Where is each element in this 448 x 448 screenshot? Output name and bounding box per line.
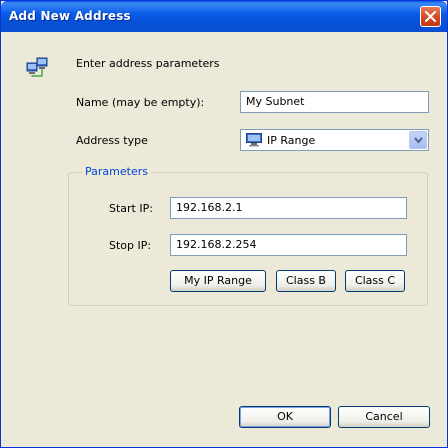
title-bar[interactable]: Add New Address <box>1 1 447 32</box>
close-icon <box>425 11 436 22</box>
window-title: Add New Address <box>9 9 131 23</box>
chevron-down-icon <box>414 137 423 144</box>
parameters-title: Parameters <box>82 165 151 178</box>
dropdown-button[interactable] <box>409 131 427 149</box>
ok-button[interactable]: OK <box>239 406 331 428</box>
cancel-button[interactable]: Cancel <box>338 406 430 428</box>
dialog-body: Enter address parameters Name (may be em… <box>4 32 444 445</box>
class-c-button[interactable]: Class C <box>345 270 405 292</box>
stop-ip-input[interactable]: 192.168.2.254 <box>170 234 407 256</box>
network-computers-icon <box>26 57 48 77</box>
name-input[interactable]: My Subnet <box>240 91 429 113</box>
address-type-value: IP Range <box>267 134 316 147</box>
address-type-select[interactable]: IP Range <box>240 129 429 151</box>
class-b-button[interactable]: Class B <box>276 270 336 292</box>
header-text: Enter address parameters <box>76 57 220 70</box>
name-label: Name (may be empty): <box>76 96 205 109</box>
start-ip-input[interactable]: 192.168.2.1 <box>170 197 407 219</box>
start-ip-label: Start IP: <box>109 202 153 215</box>
stop-ip-label: Stop IP: <box>109 239 152 252</box>
close-button[interactable] <box>420 6 441 27</box>
dialog-window: Add New Address Enter address parameters… <box>0 0 448 448</box>
address-type-label: Address type <box>76 134 148 147</box>
ip-range-icon <box>246 133 262 147</box>
my-ip-range-button[interactable]: My IP Range <box>170 270 266 292</box>
